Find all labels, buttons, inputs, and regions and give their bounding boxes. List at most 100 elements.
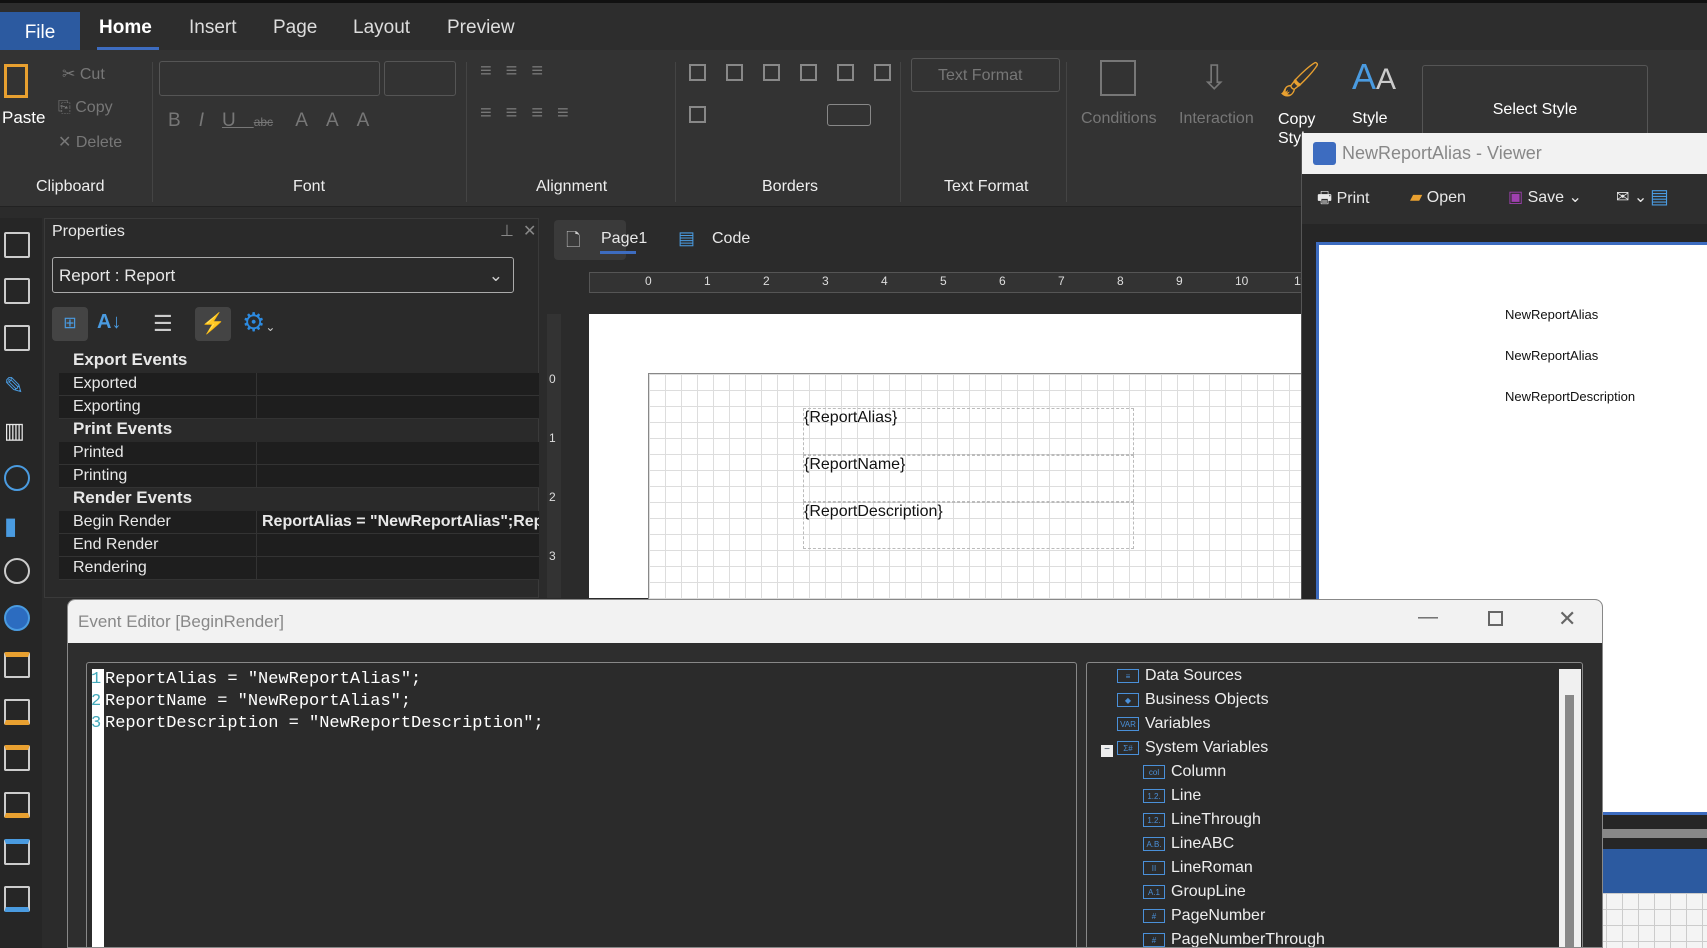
border-all-icon[interactable] bbox=[689, 64, 706, 81]
page-footer-icon[interactable] bbox=[4, 699, 30, 725]
property-row[interactable]: End Render bbox=[59, 534, 539, 557]
property-row[interactable]: Begin Render ReportAlias = "NewReportAlia… bbox=[59, 511, 539, 534]
border-none-icon[interactable] bbox=[874, 64, 891, 81]
property-row[interactable]: Printing bbox=[59, 465, 539, 488]
table-icon[interactable] bbox=[4, 278, 30, 304]
border-style-combo[interactable] bbox=[827, 104, 871, 126]
collapse-icon[interactable]: − bbox=[1101, 745, 1113, 757]
tree-item[interactable]: 1.2. Line bbox=[1143, 787, 1201, 805]
object-selector[interactable]: Report : Report ⌄ bbox=[52, 257, 514, 293]
open-button[interactable]: ▰ Open bbox=[1410, 187, 1466, 207]
interaction-button[interactable]: Interaction bbox=[1179, 110, 1254, 128]
category-export-events[interactable]: Export Events bbox=[73, 350, 187, 370]
settings-icon[interactable]: ⚙⌄ bbox=[242, 307, 275, 338]
style-button[interactable]: Style bbox=[1352, 110, 1388, 128]
map-icon[interactable] bbox=[4, 605, 30, 631]
pen-icon[interactable]: ✎ bbox=[4, 372, 30, 400]
tree-item[interactable]: Σ# System Variables bbox=[1117, 739, 1268, 757]
tree-item[interactable]: VAR Variables bbox=[1117, 715, 1211, 733]
property-row[interactable]: Rendering bbox=[59, 557, 539, 580]
print-button[interactable]: 🖶 Print bbox=[1317, 187, 1369, 214]
subreport-icon[interactable] bbox=[4, 325, 30, 351]
font-name-combo[interactable] bbox=[159, 61, 380, 96]
categorized-icon[interactable]: ⊞ bbox=[52, 307, 88, 341]
align-vertical-buttons[interactable]: ≡≡≡ bbox=[480, 60, 557, 83]
minimize-icon[interactable]: — bbox=[1418, 606, 1438, 629]
gauge-icon[interactable] bbox=[4, 558, 30, 584]
tree-item[interactable]: 1.2. LineThrough bbox=[1143, 811, 1261, 829]
delete-button[interactable]: ✕ Delete bbox=[58, 132, 122, 152]
code-line[interactable]: ReportAlias = "NewReportAlias"; bbox=[105, 669, 544, 691]
tree-item[interactable]: A.1 GroupLine bbox=[1143, 883, 1246, 901]
font-size-combo[interactable] bbox=[384, 61, 456, 96]
maximize-icon[interactable] bbox=[1488, 611, 1503, 626]
property-value[interactable] bbox=[256, 534, 539, 557]
bold-button[interactable]: B bbox=[168, 110, 199, 131]
text-field-report-alias[interactable]: {ReportAlias} bbox=[803, 408, 1134, 455]
tab-page1-label[interactable]: Page1 bbox=[601, 230, 647, 248]
sort-az-icon[interactable]: A↓ bbox=[97, 311, 121, 334]
cut-button[interactable]: ✂ Cut bbox=[62, 64, 105, 84]
send-email-button[interactable]: ✉ ⌄ bbox=[1616, 187, 1647, 207]
italic-button[interactable]: I bbox=[199, 110, 222, 131]
property-value[interactable] bbox=[256, 442, 539, 465]
events-icon[interactable]: ⚡ bbox=[195, 307, 231, 341]
font-color-button[interactable]: A bbox=[295, 110, 326, 131]
grow-font-button[interactable]: A bbox=[326, 110, 357, 131]
code-line[interactable]: ReportName = "NewReportAlias"; bbox=[105, 691, 544, 713]
property-value[interactable]: ReportAlias = "NewReportAlias";ReportNam… bbox=[256, 511, 539, 534]
paste-button[interactable]: Paste bbox=[2, 108, 45, 128]
tab-page[interactable]: Page bbox=[273, 17, 317, 39]
header-band-icon[interactable] bbox=[4, 839, 30, 865]
pin-icon[interactable]: ⊥ bbox=[500, 221, 514, 241]
close-icon[interactable]: ✕ bbox=[1558, 606, 1576, 632]
property-value[interactable] bbox=[256, 557, 539, 580]
tree-item[interactable]: II LineRoman bbox=[1143, 859, 1253, 877]
strike-button[interactable]: abc bbox=[254, 115, 273, 129]
category-render-events[interactable]: Render Events bbox=[73, 488, 192, 508]
tree-item[interactable]: ≡ Data Sources bbox=[1117, 667, 1242, 685]
file-menu[interactable]: File bbox=[0, 12, 80, 53]
panel-icon[interactable] bbox=[4, 232, 30, 258]
shadow-icon[interactable] bbox=[689, 106, 706, 123]
bookmarks-icon[interactable]: ▤ bbox=[1650, 184, 1669, 209]
border-bottom-icon[interactable] bbox=[837, 64, 854, 81]
tree-item[interactable]: ◆ Business Objects bbox=[1117, 691, 1269, 709]
shrink-font-button[interactable]: A bbox=[357, 110, 388, 131]
underline-button[interactable]: U bbox=[222, 110, 254, 131]
barcode-icon[interactable]: ▥ bbox=[4, 418, 30, 444]
report-title-icon[interactable] bbox=[4, 745, 30, 771]
font-style-buttons[interactable]: BIUabc AAA bbox=[168, 110, 387, 132]
tab-preview[interactable]: Preview bbox=[447, 17, 515, 39]
property-row[interactable]: Exported bbox=[59, 373, 539, 396]
tab-insert[interactable]: Insert bbox=[189, 17, 237, 39]
code-lines[interactable]: ReportAlias = "NewReportAlias"; ReportNam… bbox=[105, 669, 544, 735]
text-field-report-name[interactable]: {ReportName} bbox=[803, 455, 1134, 502]
tree-item[interactable]: # PageNumber bbox=[1143, 907, 1265, 925]
border-right-icon[interactable] bbox=[800, 64, 817, 81]
text-field-report-description[interactable]: {ReportDescription} bbox=[803, 502, 1134, 549]
property-row[interactable]: Printed bbox=[59, 442, 539, 465]
chart-icon[interactable]: ▮ bbox=[4, 512, 30, 540]
code-line[interactable]: ReportDescription = "NewReportDescriptio… bbox=[105, 713, 544, 735]
tree-item[interactable]: # PageNumberThrough bbox=[1143, 931, 1325, 947]
property-list-icon[interactable]: ☰ bbox=[153, 311, 173, 337]
code-editor[interactable]: 123 ReportAlias = "NewReportAlias"; Repor… bbox=[86, 662, 1077, 947]
save-button[interactable]: ▣ Save ⌄ bbox=[1508, 187, 1582, 207]
shape-icon[interactable] bbox=[4, 465, 30, 491]
text-format-combo[interactable]: Text Format bbox=[911, 58, 1060, 92]
report-summary-icon[interactable] bbox=[4, 792, 30, 818]
property-value[interactable] bbox=[256, 465, 539, 488]
border-top-icon[interactable] bbox=[763, 64, 780, 81]
close-icon[interactable]: ✕ bbox=[523, 221, 536, 241]
align-horizontal-buttons[interactable]: ≡≡≡≡ bbox=[480, 102, 583, 125]
border-left-icon[interactable] bbox=[726, 64, 743, 81]
tree-scrollbar[interactable] bbox=[1559, 669, 1581, 947]
category-print-events[interactable]: Print Events bbox=[73, 419, 172, 439]
property-value[interactable] bbox=[256, 373, 539, 396]
scrollbar-thumb[interactable] bbox=[1565, 695, 1574, 947]
conditions-button[interactable]: Conditions bbox=[1081, 110, 1157, 128]
tab-code[interactable]: Code bbox=[712, 230, 750, 248]
tree-item[interactable]: A.B. LineABC bbox=[1143, 835, 1234, 853]
property-value[interactable] bbox=[256, 396, 539, 419]
